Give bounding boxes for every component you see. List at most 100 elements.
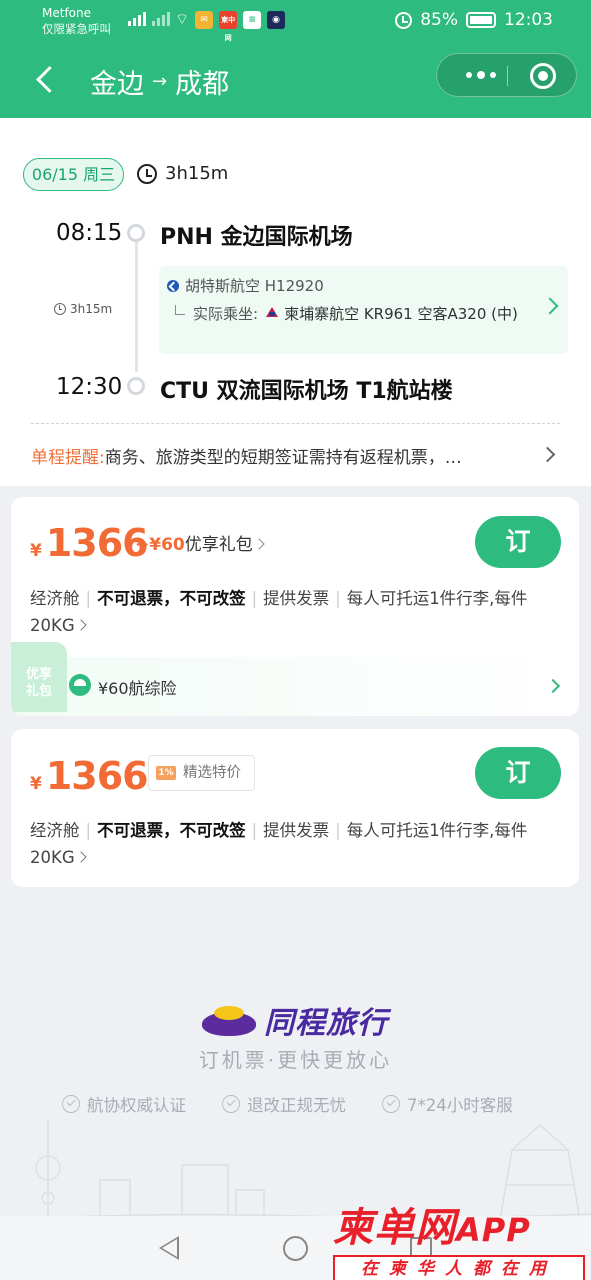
refund-policy: 不可退票，不可改签 (97, 589, 246, 608)
chevron-right-icon (253, 538, 265, 550)
check-circle-icon (222, 1095, 240, 1113)
chevron-right-icon (545, 678, 561, 694)
cabin-class: 经济舱 (30, 589, 80, 608)
discount-icon: 1% (156, 766, 176, 780)
promise-text: 退改正规无忧 (247, 1096, 346, 1115)
mail-app-icon: ✉ (195, 10, 214, 29)
actual-label: 实际乘坐: (193, 305, 259, 323)
invoice-info: 提供发票 (263, 821, 330, 840)
arrive-time: 12:30 (56, 374, 123, 400)
marketing-flight-text: 胡特斯航空 H12920 (185, 277, 324, 295)
insurance-text: ¥60航综险 (98, 679, 177, 698)
arrive-dot (127, 377, 145, 395)
fare-price: ¥1366 (30, 521, 149, 565)
check-circle-icon (62, 1095, 80, 1113)
alarm-icon (395, 11, 413, 29)
origin-city: 金边 (90, 69, 144, 100)
fare-rules[interactable]: 经济舱 | 不可退票，不可改签 | 提供发票 | 每人可托运1件行李,每件20KG (30, 585, 570, 639)
brand-name: 同程旅行 (264, 1006, 388, 1041)
price-value: 1366 (45, 754, 149, 798)
gift-amount: +¥60 (135, 535, 185, 555)
signal-icon-2 (152, 10, 170, 26)
battery-icon (466, 12, 496, 28)
marketing-flight: 胡特斯航空 H12920 (167, 275, 324, 296)
currency-symbol: ¥ (30, 774, 42, 794)
nav-bar: 金边 → 成都 (0, 48, 591, 112)
fare-card: ¥1366 1% 精选特价 订 经济舱 | 不可退票，不可改签 | 提供发票 | 每人可托运1… (11, 729, 579, 887)
refund-policy: 不可退票，不可改签 (97, 821, 246, 840)
notification-icons: ⌔ ✉ 柬中网 ≡ ◉ (175, 10, 286, 42)
depart-airport: PNH 金边国际机场 (160, 225, 353, 250)
operating-flight: 实际乘坐: 柬埔寨航空 KR961 空客A320 (中) (175, 302, 535, 326)
carrier-info: Metfone 仅限紧急呼叫 (42, 5, 111, 37)
total-duration: 3h15m (137, 163, 228, 184)
special-price-tag: 1% 精选特价 (148, 755, 255, 791)
clock-icon (137, 163, 157, 184)
system-home-icon[interactable] (283, 1236, 308, 1261)
cabin-class: 经济舱 (30, 821, 80, 840)
check-circle-icon (382, 1095, 400, 1113)
small-clock-icon (54, 303, 66, 315)
notice-text: 商务、旅游类型的短期签证需持有返程机票，… (104, 448, 462, 468)
message-app-icon: ≡ (243, 10, 262, 29)
brand-slogan: 订机票·更快更放心 (198, 1048, 393, 1072)
insurance-bundle[interactable]: 优享礼包 ¥60航综险 (11, 642, 579, 716)
fare-rules[interactable]: 经济舱 | 不可退票，不可改签 | 提供发票 | 每人可托运1件行李,每件20KG (30, 817, 570, 871)
book-button[interactable]: 订 (475, 516, 561, 568)
promise-item: 航协权威认证 (62, 1092, 186, 1116)
duration-text: 3h15m (165, 163, 229, 184)
jianzhong-app-icon: 柬中网 (219, 10, 238, 42)
whale-logo-icon (200, 1002, 260, 1038)
gift-package-link[interactable]: +¥60优享礼包 (135, 530, 265, 555)
fare-price: ¥1366 (30, 754, 149, 798)
watermark-suffix: APP (456, 1211, 531, 1249)
status-bar: Metfone 仅限紧急呼叫 ⌔ ✉ 柬中网 ≡ ◉ 85% 12:03 (0, 0, 591, 42)
gift-badge: 优享礼包 (11, 642, 67, 712)
umbrella-icon (69, 674, 91, 696)
wifi-icon: ⌔ (175, 10, 190, 28)
service-promises: 航协权威认证 退改正规无忧 7*24小时客服 (62, 1092, 513, 1116)
chevron-right-icon (541, 297, 559, 315)
battery-level: 85% (420, 10, 458, 30)
watermark: 柬单网APP 在柬华人都在用 (333, 1195, 585, 1280)
status-right: 85% 12:03 (395, 10, 553, 30)
clock-time: 12:03 (504, 10, 553, 30)
codeshare-info[interactable]: 胡特斯航空 H12920 实际乘坐: 柬埔寨航空 KR961 空客A320 (中) (159, 266, 568, 354)
arrive-airport: CTU 双流国际机场 T1航站楼 (160, 379, 453, 404)
promise-text: 航协权威认证 (87, 1096, 186, 1115)
system-back-icon[interactable] (159, 1236, 179, 1260)
depart-time: 08:15 (56, 220, 123, 246)
notice-label: 单程提醒: (31, 448, 105, 468)
brand-logo: 同程旅行 (200, 998, 388, 1042)
kh-airline-logo-icon (264, 306, 280, 320)
more-menu-icon[interactable] (455, 54, 507, 96)
promise-item: 退改正规无忧 (222, 1092, 346, 1116)
gift-label: 优享礼包 (184, 535, 253, 555)
mid-duration-text: 3h15m (70, 302, 113, 316)
gift-badge-text: 优享礼包 (25, 667, 52, 699)
flight-detail: 06/15 周三 3h15m 08:15 PNH 金边国际机场 3h15m 胡特… (0, 118, 591, 486)
chevron-right-icon (74, 619, 87, 631)
invoice-info: 提供发票 (263, 589, 330, 608)
carrier-status: 仅限紧急呼叫 (42, 22, 111, 36)
camera-app-icon: ◉ (267, 10, 286, 29)
actual-flight-text: 柬埔寨航空 KR961 空客A320 (中) (284, 305, 518, 323)
route-title: 金边 → 成都 (90, 62, 229, 101)
promise-text: 7*24小时客服 (407, 1096, 513, 1115)
watermark-title: 柬单网 (333, 1205, 456, 1251)
destination-city: 成都 (175, 69, 230, 100)
route-arrow-icon: → (152, 71, 168, 92)
back-arrow-icon[interactable] (32, 64, 62, 94)
close-miniapp-icon[interactable] (530, 63, 556, 89)
oneway-notice[interactable]: 单程提醒:商务、旅游类型的短期签证需持有返程机票，… (31, 443, 511, 468)
app-header: Metfone 仅限紧急呼叫 ⌔ ✉ 柬中网 ≡ ◉ 85% 12:03 金边 … (0, 0, 591, 118)
promise-item: 7*24小时客服 (382, 1092, 513, 1116)
timeline (135, 242, 138, 372)
price-value: 1366 (45, 521, 149, 565)
watermark-slogan: 在柬华人都在用 (333, 1255, 585, 1280)
book-button[interactable]: 订 (475, 747, 561, 799)
hs-airline-logo-icon (167, 279, 179, 292)
depart-dot (127, 224, 145, 242)
notice-chevron-icon[interactable] (539, 446, 556, 463)
watermark-main: 柬单网APP (333, 1195, 585, 1253)
